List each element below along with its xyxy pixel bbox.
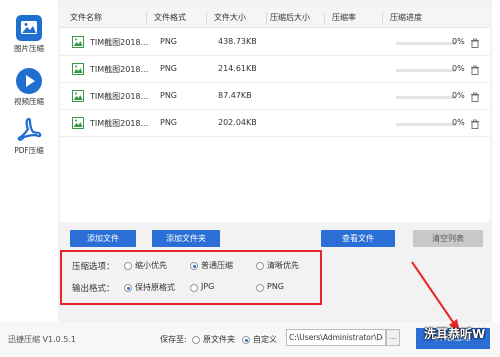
header-file-name: 文件名称 (70, 13, 102, 22)
file-format: PNG (160, 91, 178, 100)
radio-compress-normal-label: 普通压缩 (201, 261, 233, 270)
file-table: 文件名称 文件格式 文件大小 压缩后大小 压缩率 压缩进度 TIM截图2018.… (60, 8, 490, 222)
progress-bar (396, 42, 456, 45)
clear-list-button[interactable]: 清空列表 (413, 230, 483, 247)
add-folder-button[interactable]: 添加文件夹 (152, 230, 220, 247)
sidebar-item-label: 图片压缩 (14, 44, 44, 53)
sidebar-item-pdf-compress[interactable]: PDF压缩 (0, 116, 58, 156)
radio-save-custom-label: 自定义 (253, 335, 277, 344)
file-format: PNG (160, 118, 178, 127)
sidebar-item-label: PDF压缩 (14, 146, 44, 155)
watermark-text: 洗耳恭听W (424, 327, 486, 341)
file-size: 87.47KB (218, 91, 252, 100)
trash-icon[interactable] (470, 38, 480, 48)
trash-icon[interactable] (470, 119, 480, 129)
radio-compress-small[interactable] (124, 262, 132, 270)
sidebar-item-video-compress[interactable]: 视频压缩 (0, 67, 58, 107)
header-compressed-size: 压缩后大小 (270, 13, 310, 22)
save-path-input[interactable] (286, 329, 386, 346)
table-row[interactable]: TIM截图2018... PNG 87.47KB 0% (60, 84, 490, 110)
radio-output-jpg[interactable] (190, 284, 198, 292)
sidebar: 图片压缩 视频压缩 PDF压缩 (0, 0, 58, 322)
file-size: 438.73KB (218, 37, 257, 46)
add-file-button[interactable]: 添加文件 (70, 230, 136, 247)
radio-save-original-folder-label: 原文件夹 (203, 335, 235, 344)
trash-icon[interactable] (470, 65, 480, 75)
radio-output-png[interactable] (256, 284, 264, 292)
image-file-icon (72, 36, 84, 48)
header-file-size: 文件大小 (214, 13, 246, 22)
file-format: PNG (160, 64, 178, 73)
image-file-icon (72, 63, 84, 75)
radio-compress-normal[interactable] (190, 262, 198, 270)
header-divider (146, 12, 147, 24)
table-row[interactable]: TIM截图2018... PNG 214.61KB 0% (60, 57, 490, 83)
video-play-icon (16, 68, 42, 94)
browse-button[interactable]: ... (386, 329, 400, 346)
image-icon (16, 15, 42, 41)
progress-text: 0% (452, 91, 465, 100)
trash-icon[interactable] (470, 92, 480, 102)
progress-bar (396, 96, 456, 99)
radio-compress-small-label: 缩小优先 (135, 261, 167, 270)
file-size: 202.04KB (218, 118, 257, 127)
output-format-row: 输出格式： 保持原格式 JPG PNG (62, 280, 324, 296)
header-file-format: 文件格式 (154, 13, 186, 22)
compress-options-row: 压缩选项： 缩小优先 普通压缩 清晰优先 (62, 258, 324, 274)
sidebar-item-label: 视频压缩 (14, 97, 44, 106)
file-name: TIM截图2018... (90, 38, 149, 47)
file-name: TIM截图2018... (90, 92, 149, 101)
options-panel: 压缩选项： 缩小优先 普通压缩 清晰优先 输出格式： 保持原格式 JPG PNG (60, 250, 322, 305)
header-divider (206, 12, 207, 24)
progress-bar (396, 123, 456, 126)
header-divider (324, 12, 325, 24)
progress-text: 0% (452, 37, 465, 46)
image-file-icon (72, 117, 84, 129)
radio-output-original[interactable] (124, 284, 132, 292)
progress-text: 0% (452, 118, 465, 127)
table-row[interactable]: TIM截图2018... PNG 438.73KB 0% (60, 30, 490, 56)
header-divider (382, 12, 383, 24)
radio-output-original-label: 保持原格式 (135, 283, 175, 292)
radio-output-jpg-label: JPG (201, 282, 215, 291)
save-to-label: 保存至: (160, 335, 187, 344)
version-label: 迅捷压缩 V1.0.5.1 (8, 335, 77, 344)
output-format-label: 输出格式： (72, 284, 115, 294)
radio-save-custom[interactable] (242, 336, 250, 344)
file-size: 214.61KB (218, 64, 257, 73)
sidebar-item-image-compress[interactable]: 图片压缩 (0, 14, 58, 54)
view-file-button[interactable]: 查看文件 (321, 230, 395, 247)
radio-compress-clear[interactable] (256, 262, 264, 270)
file-name: TIM截图2018... (90, 65, 149, 74)
table-header: 文件名称 文件格式 文件大小 压缩后大小 压缩率 压缩进度 (60, 8, 490, 28)
header-progress: 压缩进度 (390, 13, 422, 22)
image-file-icon (72, 90, 84, 102)
radio-compress-clear-label: 清晰优先 (267, 261, 299, 270)
file-format: PNG (160, 37, 178, 46)
progress-bar (396, 69, 456, 72)
progress-text: 0% (452, 64, 465, 73)
radio-save-original-folder[interactable] (192, 336, 200, 344)
header-ratio: 压缩率 (332, 13, 356, 22)
pdf-icon (17, 117, 42, 141)
file-name: TIM截图2018... (90, 119, 149, 128)
header-divider (266, 12, 267, 24)
compress-options-label: 压缩选项： (72, 262, 115, 272)
radio-output-png-label: PNG (267, 282, 285, 291)
table-row[interactable]: TIM截图2018... PNG 202.04KB 0% (60, 111, 490, 137)
